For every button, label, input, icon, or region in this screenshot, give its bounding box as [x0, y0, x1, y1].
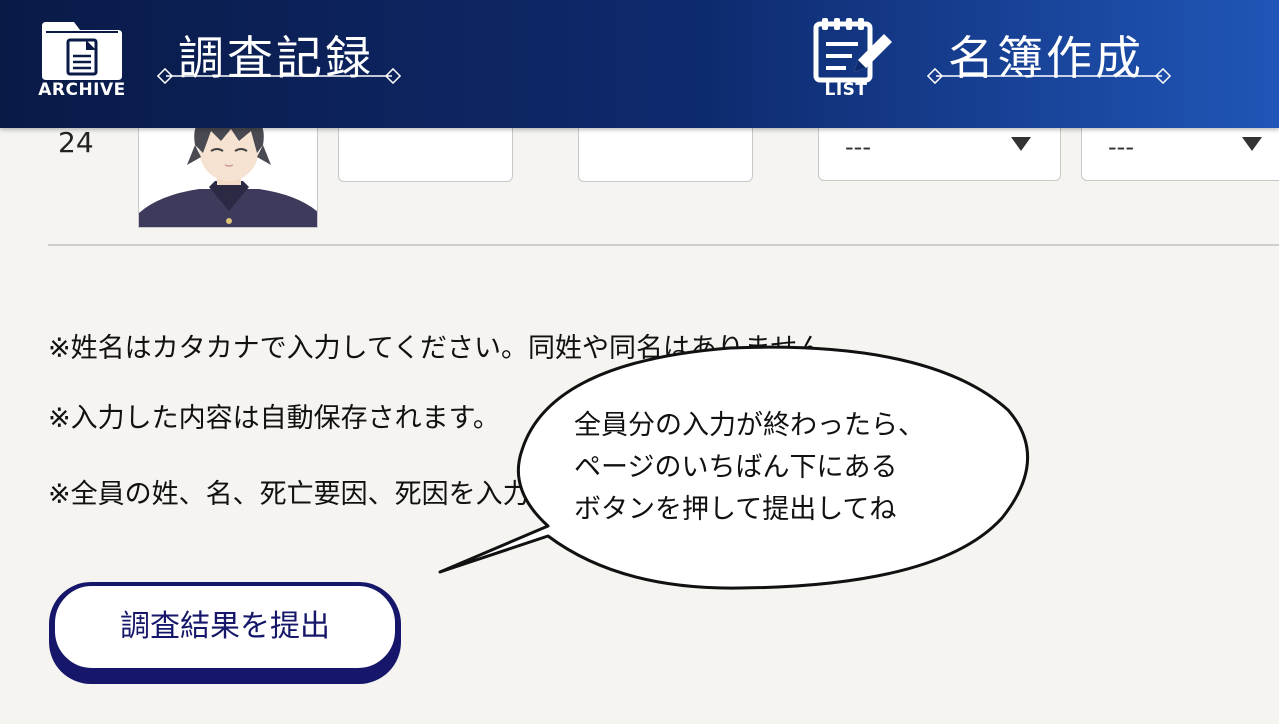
nav-list[interactable]: LIST 名簿作成	[808, 0, 1188, 128]
select-value: ---	[1108, 133, 1134, 161]
submit-results-button[interactable]: 調査結果を提出	[52, 583, 398, 671]
nav-archive[interactable]: ARCHIVE 調査記録	[28, 0, 418, 128]
list-caption: LIST	[824, 80, 868, 100]
dropdown-arrow-icon	[1011, 137, 1031, 151]
title-underline-decoration	[926, 67, 1172, 85]
row-divider	[48, 244, 1279, 246]
select-value: ---	[845, 133, 871, 161]
app-header: ARCHIVE 調査記録 LIST 名簿作成	[0, 0, 1279, 128]
bubble-line: ページのいちばん下にある	[574, 452, 898, 483]
archive-folder-icon: ARCHIVE	[34, 14, 130, 104]
speech-bubble-text: 全員分の入力が終わったら、 ページのいちばん下にある ボタンを押して提出してね	[574, 405, 974, 531]
title-underline-decoration	[156, 67, 402, 85]
bubble-line: ボタンを押して提出してね	[574, 494, 897, 525]
bubble-line: 全員分の入力が終わったら、	[574, 410, 925, 441]
row-number: 24	[58, 126, 94, 159]
archive-caption: ARCHIVE	[38, 80, 126, 100]
dropdown-arrow-icon	[1242, 137, 1262, 151]
list-notepad-icon: LIST	[808, 14, 904, 104]
